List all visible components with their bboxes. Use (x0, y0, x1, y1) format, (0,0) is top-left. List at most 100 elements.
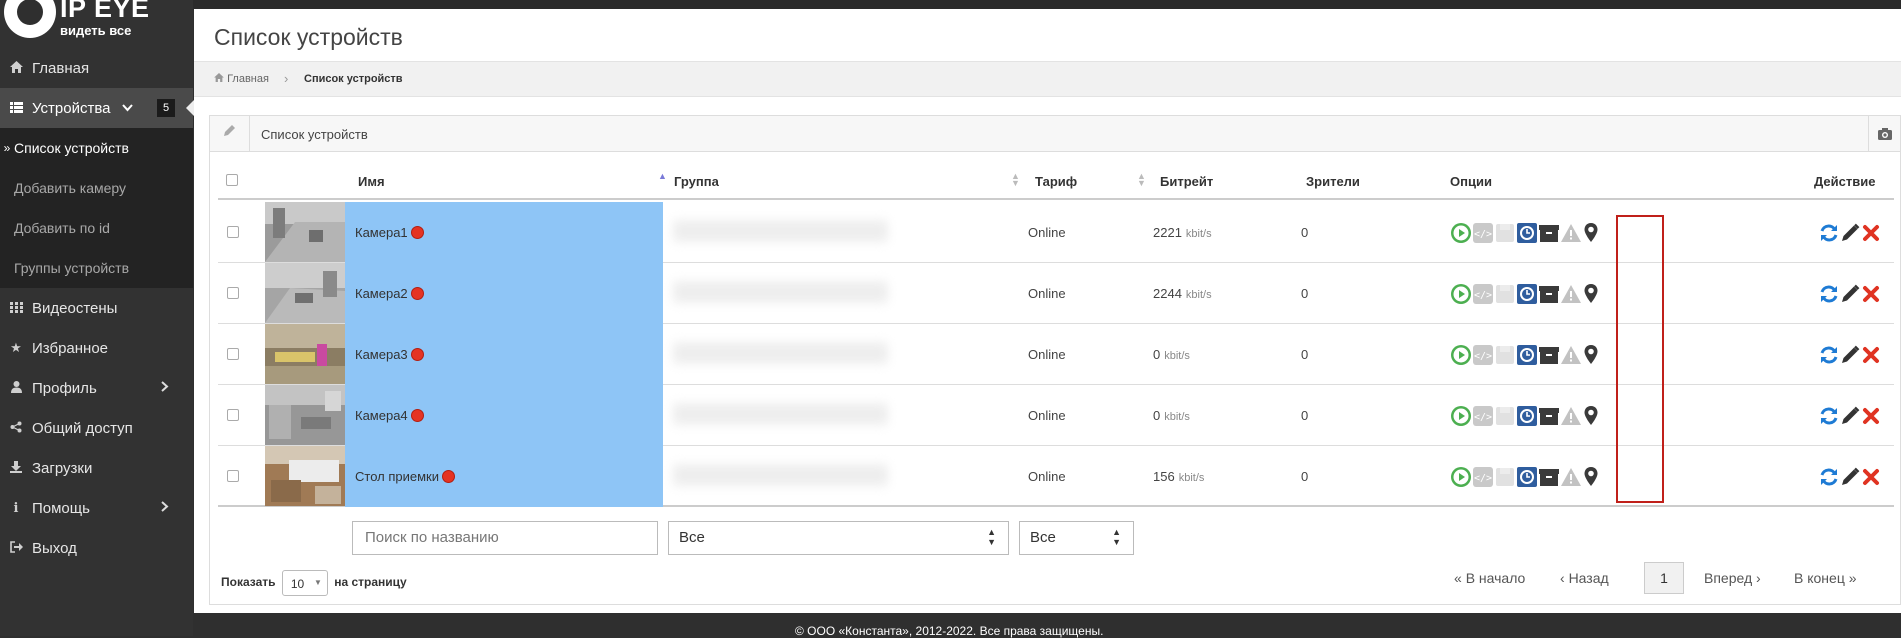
tariff-filter-select[interactable]: Все ▲ ▼ (1019, 521, 1134, 555)
camera-icon[interactable] (1868, 116, 1900, 152)
save-icon[interactable] (1494, 466, 1516, 488)
sidebar-item-favorites[interactable]: ★ Избранное (0, 328, 193, 368)
column-header-group[interactable]: Группа (674, 174, 719, 189)
search-input[interactable]: Поиск по названию (352, 521, 658, 555)
first-page-button[interactable]: « В начало (1454, 570, 1525, 586)
location-pin-icon[interactable] (1580, 405, 1602, 427)
group-filter-select[interactable]: Все ▲ ▼ (668, 521, 1009, 555)
sidebar-item-sharing[interactable]: Общий доступ (0, 408, 193, 448)
embed-code-icon[interactable]: </> (1472, 222, 1494, 244)
column-header-tariff[interactable]: Тариф (1035, 174, 1077, 189)
delete-icon[interactable] (1860, 222, 1882, 244)
sort-icon[interactable]: ▲ ▼ (1137, 172, 1146, 188)
clock-icon[interactable] (1516, 222, 1538, 244)
edit-icon[interactable] (1839, 222, 1861, 244)
prev-page-button[interactable]: ‹ Назад (1560, 570, 1609, 586)
warning-icon[interactable] (1560, 222, 1582, 244)
location-pin-icon[interactable] (1580, 222, 1602, 244)
refresh-icon[interactable] (1818, 344, 1840, 366)
warning-icon[interactable] (1560, 405, 1582, 427)
play-icon[interactable] (1450, 405, 1472, 427)
location-pin-icon[interactable] (1580, 283, 1602, 305)
sort-icon[interactable]: ▲ ▼ (1011, 172, 1020, 188)
column-header-name[interactable]: Имя (358, 174, 385, 189)
page-size-select[interactable]: 10 (281, 570, 328, 596)
device-name-cell[interactable]: Камера1 (345, 202, 663, 263)
embed-code-icon[interactable]: </> (1472, 466, 1494, 488)
device-name[interactable]: Камера4 (355, 408, 408, 423)
sidebar-item-home[interactable]: Главная (0, 48, 193, 88)
play-icon[interactable] (1450, 222, 1472, 244)
delete-icon[interactable] (1860, 466, 1882, 488)
device-name-cell[interactable]: Камера4 (345, 385, 663, 446)
archive-icon[interactable] (1538, 222, 1560, 244)
sidebar-item-downloads[interactable]: Загрузки (0, 448, 193, 488)
submenu-item-device-list[interactable]: » Список устройств (0, 128, 193, 168)
delete-icon[interactable] (1860, 283, 1882, 305)
sidebar-item-logout[interactable]: Выход (0, 528, 193, 568)
edit-icon[interactable] (1839, 344, 1861, 366)
pencil-icon[interactable] (210, 116, 250, 152)
refresh-icon[interactable] (1818, 466, 1840, 488)
current-page[interactable]: 1 (1644, 562, 1684, 594)
warning-icon[interactable] (1560, 283, 1582, 305)
sort-asc-icon[interactable]: ▲ (658, 172, 667, 181)
device-name[interactable]: Камера3 (355, 347, 408, 362)
camera-thumbnail[interactable] (265, 202, 345, 262)
delete-icon[interactable] (1860, 344, 1882, 366)
submenu-item-add-by-id[interactable]: Добавить по id (0, 208, 193, 248)
refresh-icon[interactable] (1818, 283, 1840, 305)
embed-code-icon[interactable]: </> (1472, 283, 1494, 305)
save-icon[interactable] (1494, 344, 1516, 366)
row-checkbox[interactable] (227, 470, 239, 482)
logo[interactable]: IP EYE видеть все (0, 0, 150, 44)
camera-thumbnail[interactable] (265, 446, 345, 506)
sidebar-item-profile[interactable]: Профиль (0, 368, 193, 408)
location-pin-icon[interactable] (1580, 344, 1602, 366)
location-pin-icon[interactable] (1580, 466, 1602, 488)
breadcrumb-home[interactable]: Главная (214, 73, 269, 85)
device-name-cell[interactable]: Стол приемки (345, 446, 663, 507)
camera-thumbnail[interactable] (265, 263, 345, 323)
embed-code-icon[interactable]: </> (1472, 344, 1494, 366)
device-name[interactable]: Стол приемки (355, 469, 439, 484)
delete-icon[interactable] (1860, 405, 1882, 427)
row-checkbox[interactable] (227, 287, 239, 299)
row-checkbox[interactable] (227, 226, 239, 238)
refresh-icon[interactable] (1818, 222, 1840, 244)
clock-icon[interactable] (1516, 466, 1538, 488)
edit-icon[interactable] (1839, 405, 1861, 427)
sidebar-item-devices[interactable]: Устройства 5 (0, 88, 194, 128)
sidebar-item-help[interactable]: i Помощь (0, 488, 193, 528)
edit-icon[interactable] (1839, 466, 1861, 488)
play-icon[interactable] (1450, 344, 1472, 366)
row-checkbox[interactable] (227, 409, 239, 421)
select-all-checkbox[interactable] (226, 174, 238, 186)
device-name-cell[interactable]: Камера3 (345, 324, 663, 385)
device-name[interactable]: Камера2 (355, 286, 408, 301)
next-page-button[interactable]: Вперед › (1704, 570, 1761, 586)
last-page-button[interactable]: В конец » (1794, 570, 1857, 586)
embed-code-icon[interactable]: </> (1472, 405, 1494, 427)
submenu-item-device-groups[interactable]: Группы устройств (0, 248, 193, 288)
save-icon[interactable] (1494, 405, 1516, 427)
clock-icon[interactable] (1516, 283, 1538, 305)
warning-icon[interactable] (1560, 344, 1582, 366)
save-icon[interactable] (1494, 222, 1516, 244)
play-icon[interactable] (1450, 466, 1472, 488)
play-icon[interactable] (1450, 283, 1472, 305)
warning-icon[interactable] (1560, 466, 1582, 488)
edit-icon[interactable] (1839, 283, 1861, 305)
camera-thumbnail[interactable] (265, 385, 345, 445)
submenu-item-add-camera[interactable]: Добавить камеру (0, 168, 193, 208)
refresh-icon[interactable] (1818, 405, 1840, 427)
device-name[interactable]: Камера1 (355, 225, 408, 240)
device-name-cell[interactable]: Камера2 (345, 263, 663, 324)
save-icon[interactable] (1494, 283, 1516, 305)
archive-icon[interactable] (1538, 344, 1560, 366)
archive-icon[interactable] (1538, 283, 1560, 305)
sidebar-item-videowalls[interactable]: Видеостены (0, 288, 193, 328)
archive-icon[interactable] (1538, 466, 1560, 488)
clock-icon[interactable] (1516, 405, 1538, 427)
row-checkbox[interactable] (227, 348, 239, 360)
